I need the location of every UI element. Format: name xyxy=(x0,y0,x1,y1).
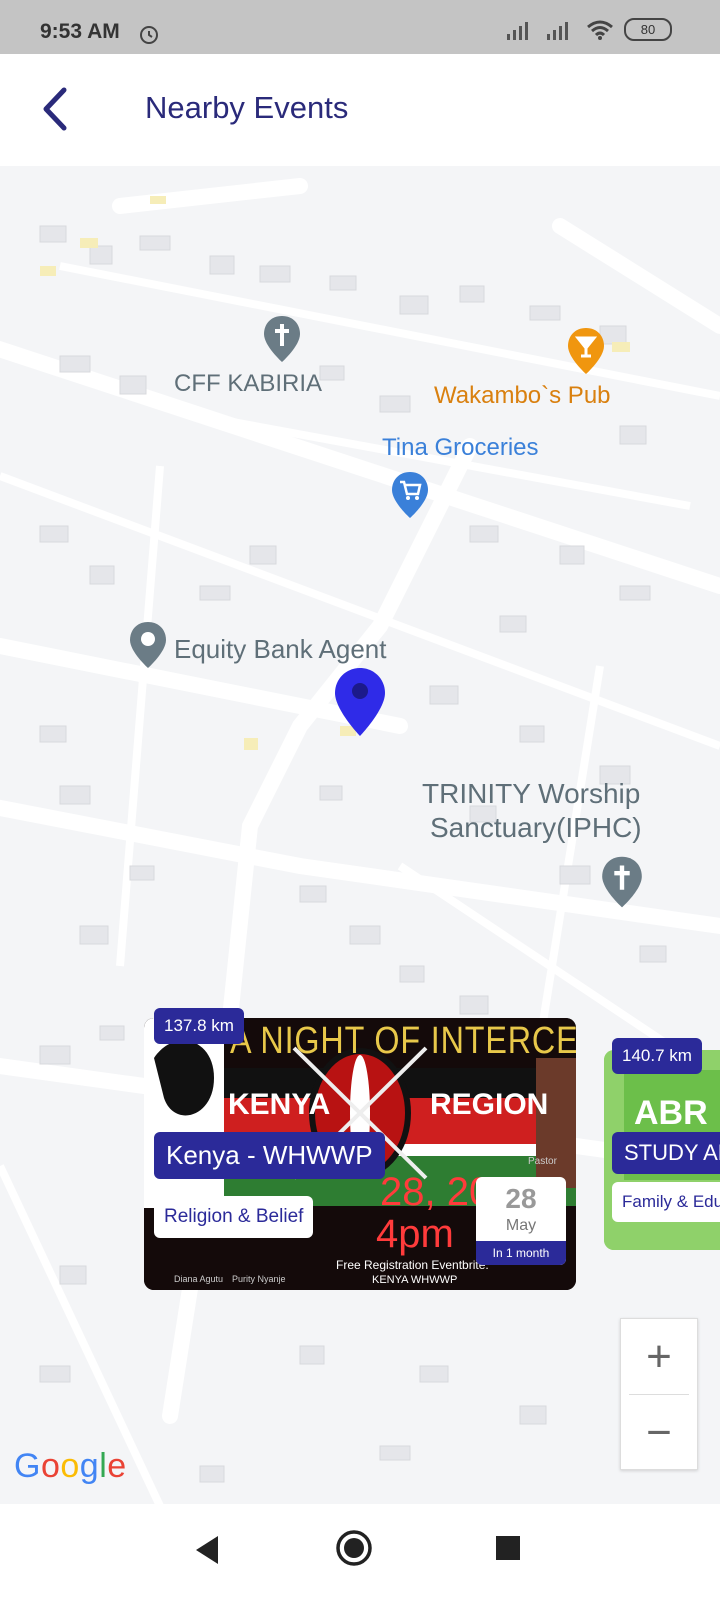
poi-label: Equity Bank Agent xyxy=(174,634,387,664)
bar-pin-icon xyxy=(568,328,604,374)
poster-left-word: KENYA xyxy=(228,1088,331,1121)
poster-headline: ABR xyxy=(634,1094,708,1132)
status-bar: 9:53 AM 80 xyxy=(0,0,720,54)
battery-level: 80 xyxy=(640,22,656,37)
poi-label: TRINITY Worship xyxy=(422,778,641,809)
poi-label: Wakambo`s Pub xyxy=(434,382,611,409)
poster-right-word: REGION xyxy=(430,1088,549,1121)
poi-label: CFF KABIRIA xyxy=(174,370,323,397)
place-pin-icon xyxy=(130,622,166,668)
status-time: 9:53 AM xyxy=(40,20,120,43)
poster-registration: Free Registration Eventbrite: xyxy=(336,1258,489,1272)
nav-back-icon[interactable] xyxy=(192,1532,222,1568)
google-logo: Google xyxy=(14,1447,127,1485)
poster-date: 28, 20 xyxy=(380,1170,492,1214)
event-date-month: May xyxy=(505,1217,537,1234)
event-category: Family & Edu xyxy=(612,1182,720,1222)
poster-name: Diana Agutu xyxy=(174,1274,224,1284)
page-title: Nearby Events xyxy=(145,90,349,125)
poster-handle: KENYA WHWWP xyxy=(372,1274,458,1286)
system-nav-bar xyxy=(0,1504,720,1600)
signal-icon xyxy=(507,21,528,40)
signal-icon xyxy=(547,21,568,40)
zoom-out-button[interactable]: − xyxy=(621,1395,697,1470)
location-marker-icon[interactable] xyxy=(335,668,385,736)
back-button[interactable] xyxy=(36,84,76,134)
event-title[interactable]: Kenya - WHWWP xyxy=(154,1132,385,1179)
app-bar: Nearby Events xyxy=(0,54,720,166)
nav-home-icon[interactable] xyxy=(334,1528,374,1568)
zoom-in-button[interactable]: + xyxy=(621,1319,697,1394)
battery-icon: 80 xyxy=(624,18,672,41)
poi-label: Tina Groceries xyxy=(382,434,539,461)
poster-side-note: Pastor xyxy=(528,1156,557,1167)
poster-name: Purity Nyanje xyxy=(232,1274,286,1284)
map-view[interactable]: CFF KABIRIA Wakambo`s Pub Tina Groceries… xyxy=(0,166,720,1504)
event-date-badge: 28 May In 1 month xyxy=(476,1177,566,1265)
church-pin-icon xyxy=(602,856,642,908)
event-date-relative: In 1 month xyxy=(476,1241,566,1265)
grocery-pin-icon xyxy=(392,472,428,518)
alarm-icon xyxy=(140,26,158,44)
event-title[interactable]: STUDY AB xyxy=(612,1132,720,1174)
nav-recents-icon[interactable] xyxy=(496,1536,520,1560)
event-category: Religion & Belief xyxy=(154,1196,314,1238)
distance-badge: 137.8 km xyxy=(154,1008,244,1044)
church-pin-icon xyxy=(264,316,300,362)
poster-headline: A NIGHT OF INTERCESSIO xyxy=(230,1020,576,1062)
poster-time: 4pm xyxy=(376,1212,454,1256)
poi-label: Sanctuary(IPHC) xyxy=(430,812,642,843)
distance-badge: 140.7 km xyxy=(612,1038,702,1074)
wifi-icon xyxy=(587,20,613,40)
status-icons: 80 xyxy=(506,18,672,41)
zoom-controls: + − xyxy=(620,1318,698,1470)
event-date-day: 28 xyxy=(505,1183,537,1214)
